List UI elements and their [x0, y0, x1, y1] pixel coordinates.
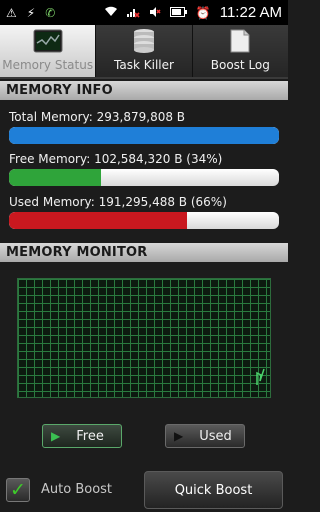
no-signal-icon [126, 6, 140, 20]
tab-boost-log-label: Boost Log [210, 58, 270, 72]
status-time: 11:22 AM [219, 4, 282, 21]
memory-monitor-graph [17, 278, 271, 398]
used-memory-bar [9, 212, 279, 229]
free-memory-fill [9, 169, 101, 186]
mute-icon [149, 6, 161, 20]
quick-boost-label: Quick Boost [174, 482, 253, 498]
used-memory-label: Used Memory: 191,295,488 B (66%) [9, 195, 227, 209]
free-memory-label: Free Memory: 102,584,320 B (34%) [9, 152, 223, 166]
document-icon [225, 28, 255, 54]
total-memory-bar [9, 127, 279, 144]
status-bar: ⚠ ⚡ ✆ ⏰ 11:22 AM [0, 0, 288, 25]
total-memory-fill [9, 127, 279, 144]
total-memory-label: Total Memory: 293,879,808 B [9, 110, 186, 124]
tab-task-killer-label: Task Killer [114, 58, 174, 72]
alert-icon: ⚠ [6, 5, 17, 20]
tab-bar: Memory Status Task Killer Boost Log [0, 25, 288, 79]
legend-free-button[interactable]: ▶ Free [42, 424, 122, 448]
auto-boost-checkbox[interactable]: ✓ [6, 478, 30, 502]
memory-monitor-header: MEMORY MONITOR [0, 243, 288, 262]
tab-task-killer[interactable]: Task Killer [96, 25, 193, 77]
tab-boost-log[interactable]: Boost Log [192, 25, 288, 77]
battery-icon [169, 6, 187, 19]
play-arrow-icon: ▶ [174, 429, 184, 443]
memory-info-header: MEMORY INFO [0, 81, 288, 100]
legend-used-label: Used [199, 428, 232, 444]
check-icon: ✓ [10, 479, 26, 501]
quick-boost-button[interactable]: Quick Boost [144, 471, 283, 509]
play-arrow-icon: ▶ [51, 429, 61, 443]
used-memory-fill [9, 212, 188, 229]
bottom-bar: ✓ Auto Boost Quick Boost [0, 462, 288, 512]
usb-icon: ⚡ [26, 5, 36, 20]
graph-trace [255, 367, 265, 390]
tab-memory-status[interactable]: Memory Status [0, 25, 97, 77]
legend-used-button[interactable]: ▶ Used [165, 424, 245, 448]
free-memory-bar [9, 169, 279, 186]
phone-icon: ✆ [45, 5, 56, 20]
legend-free-label: Free [76, 428, 104, 444]
auto-boost-label: Auto Boost [41, 482, 113, 497]
database-icon [129, 28, 159, 54]
memory-chart-icon [33, 28, 63, 54]
tab-memory-status-label: Memory Status [2, 58, 94, 72]
alarm-icon: ⏰ [195, 5, 211, 20]
wifi-icon [104, 6, 118, 19]
